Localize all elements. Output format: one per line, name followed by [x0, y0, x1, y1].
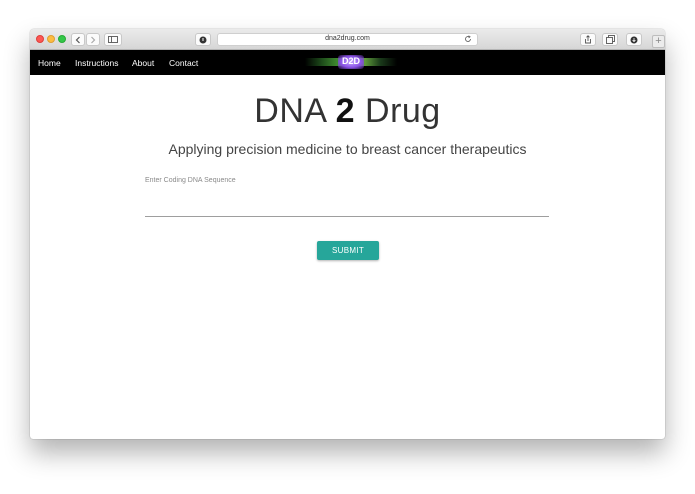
zoom-window-button[interactable] — [58, 35, 66, 43]
address-url[interactable]: dna2drug.com — [218, 35, 477, 42]
downloads-button[interactable] — [626, 33, 642, 46]
submit-button[interactable]: SUBMIT — [317, 241, 379, 260]
share-button[interactable] — [580, 33, 596, 46]
tabs-icon — [605, 35, 615, 44]
nav-link-about[interactable]: About — [132, 58, 154, 68]
back-button[interactable] — [71, 33, 85, 46]
download-icon — [630, 36, 638, 43]
page-subtitle: Applying precision medicine to breast ca… — [168, 141, 527, 157]
privacy-button[interactable] — [195, 33, 211, 46]
site-logo[interactable]: D2D — [305, 54, 397, 70]
new-tab-button[interactable]: + — [652, 35, 665, 48]
dna-sequence-label: Enter Coding DNA Sequence — [145, 177, 236, 184]
nav-link-contact[interactable]: Contact — [169, 58, 198, 68]
reload-icon[interactable] — [464, 35, 472, 43]
sidebar-icon — [108, 36, 118, 43]
chevron-right-icon — [91, 36, 96, 43]
forward-button[interactable] — [86, 33, 100, 46]
main-content: DNA 2 Drug Applying precision medicine t… — [30, 75, 665, 439]
logo-text: D2D — [341, 56, 360, 66]
share-icon — [585, 35, 591, 44]
close-window-button[interactable] — [36, 35, 44, 43]
title-prefix: DNA — [254, 92, 326, 130]
sidebar-toggle-button[interactable] — [104, 33, 122, 46]
site-navbar: Home Instructions About Contact D2D — [30, 50, 665, 75]
browser-toolbar: dna2drug.com — [30, 29, 665, 50]
nav-link-home[interactable]: Home — [38, 58, 61, 68]
nav-link-instructions[interactable]: Instructions — [75, 58, 118, 68]
browser-window: dna2drug.com Home Instructions About Con… — [30, 29, 665, 439]
title-number: 2 — [335, 92, 356, 130]
address-bar[interactable]: dna2drug.com — [217, 33, 478, 46]
dna-sequence-input[interactable] — [145, 199, 549, 217]
minimize-window-button[interactable] — [47, 35, 55, 43]
tabs-overview-button[interactable] — [602, 33, 618, 46]
page-title: DNA 2 Drug — [30, 92, 665, 131]
chevron-left-icon — [75, 36, 80, 43]
title-suffix: Drug — [365, 92, 441, 130]
shield-icon — [199, 36, 207, 43]
